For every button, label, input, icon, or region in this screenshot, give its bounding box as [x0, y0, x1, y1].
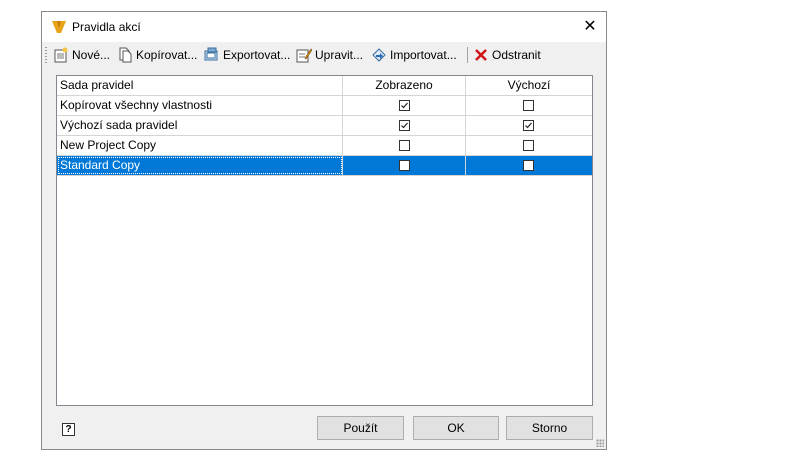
close-button[interactable]: ✕: [574, 12, 606, 42]
delete-button[interactable]: Odstranit: [473, 45, 541, 65]
delete-icon: [475, 49, 487, 61]
copy-button-label: Kopírovat...: [136, 48, 198, 62]
default-checkbox-cell: [466, 96, 592, 115]
default-checkbox-cell: [466, 136, 592, 155]
toolbar-separator: [467, 47, 468, 63]
shown-checkbox[interactable]: [399, 120, 410, 131]
rule-set-name-cell[interactable]: Kopírovat všechny vlastnosti: [57, 96, 343, 115]
rule-set-grid: Sada pravidel Zobrazeno Výchozí Kopírova…: [56, 75, 593, 406]
export-icon: [204, 47, 218, 61]
default-checkbox[interactable]: [523, 140, 534, 151]
default-checkbox[interactable]: [523, 100, 534, 111]
table-row[interactable]: Výchozí sada pravidel: [57, 116, 592, 136]
default-checkbox[interactable]: [523, 160, 534, 171]
shown-checkbox-cell: [343, 96, 466, 115]
toolbar-grip[interactable]: [45, 47, 47, 63]
default-checkbox-cell: [466, 156, 592, 175]
delete-button-label: Odstranit: [492, 48, 541, 62]
help-button[interactable]: ?: [62, 423, 75, 436]
shown-checkbox[interactable]: [399, 140, 410, 151]
ok-button[interactable]: OK: [413, 416, 499, 440]
import-icon: [372, 48, 386, 62]
rule-set-name-cell[interactable]: Standard Copy: [57, 156, 343, 175]
toolbar: Nové... Kopírovat... Exportovat... Uprav…: [42, 42, 606, 68]
copy-button[interactable]: Kopírovat...: [117, 45, 197, 65]
title-bar: Pravidla akcí ✕: [42, 12, 606, 42]
shown-checkbox-cell: [343, 136, 466, 155]
new-icon: [54, 47, 68, 63]
edit-button[interactable]: Upravit...: [296, 45, 363, 65]
shown-checkbox-cell: [343, 116, 466, 135]
shown-checkbox[interactable]: [399, 100, 410, 111]
default-checkbox-cell: [466, 116, 592, 135]
import-button[interactable]: Importovat...: [371, 45, 457, 65]
rule-set-name-cell[interactable]: Výchozí sada pravidel: [57, 116, 343, 135]
edit-icon: [296, 48, 312, 63]
column-header-default[interactable]: Výchozí: [466, 76, 592, 95]
apply-button[interactable]: Použít: [317, 416, 404, 440]
rule-sets-dialog: Pravidla akcí ✕ Nové... Kopírovat... Exp…: [41, 11, 607, 450]
export-button-label: Exportovat...: [223, 48, 291, 62]
column-header-rule-set[interactable]: Sada pravidel: [57, 76, 343, 95]
copy-icon: [119, 47, 132, 63]
export-button[interactable]: Exportovat...: [204, 45, 290, 65]
autodesk-v-icon: [52, 21, 66, 33]
rule-set-name-cell[interactable]: New Project Copy: [57, 136, 343, 155]
edit-button-label: Upravit...: [315, 48, 364, 62]
new-button-label: Nové...: [72, 48, 111, 62]
table-row[interactable]: Kopírovat všechny vlastnosti: [57, 96, 592, 116]
grid-header-row: Sada pravidel Zobrazeno Výchozí: [57, 76, 592, 96]
window-title: Pravidla akcí: [72, 20, 141, 34]
shown-checkbox[interactable]: [399, 160, 410, 171]
column-header-shown[interactable]: Zobrazeno: [343, 76, 466, 95]
table-row[interactable]: New Project Copy: [57, 136, 592, 156]
shown-checkbox-cell: [343, 156, 466, 175]
cancel-button[interactable]: Storno: [506, 416, 593, 440]
resize-grip[interactable]: [596, 439, 604, 447]
import-button-label: Importovat...: [390, 48, 457, 62]
default-checkbox[interactable]: [523, 120, 534, 131]
table-row[interactable]: Standard Copy: [57, 156, 592, 176]
new-button[interactable]: Nové...: [53, 45, 110, 65]
